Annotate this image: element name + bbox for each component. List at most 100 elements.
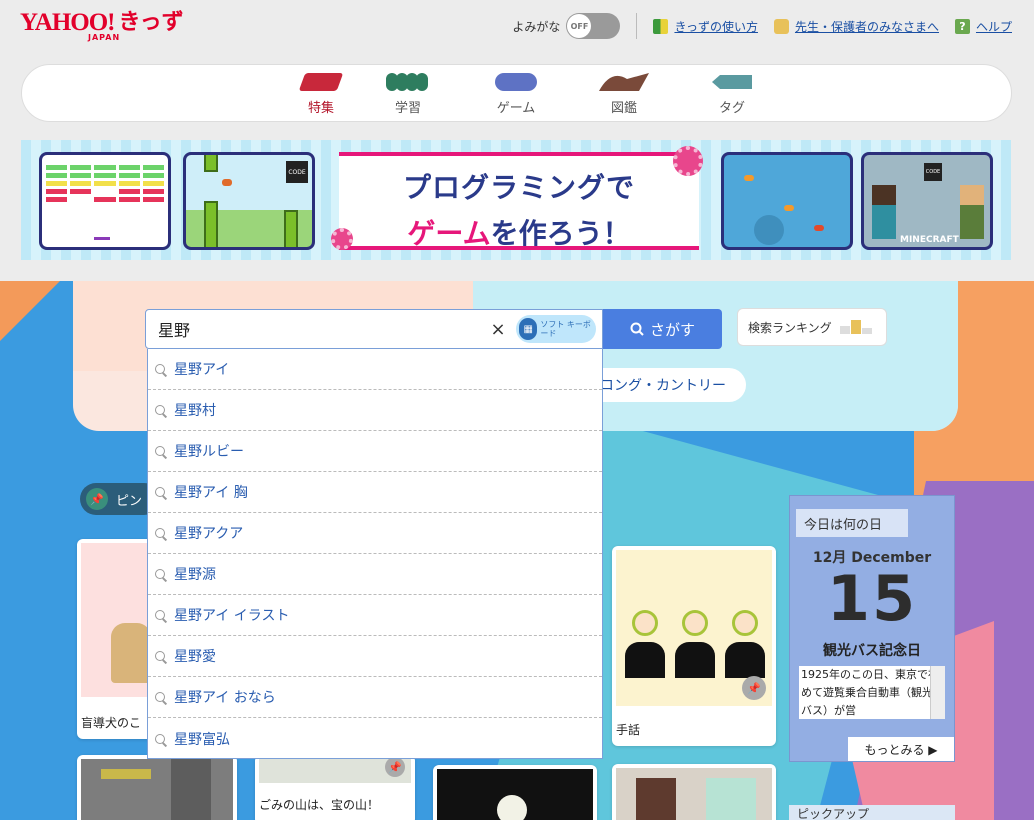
yahoo-kids-logo[interactable]: YAHOO! JAPAN きっず <box>20 10 184 43</box>
fish-game-thumbnail <box>721 152 853 250</box>
person-icon <box>773 18 789 34</box>
garbage-card[interactable]: 📌 ごみの山は、宝の山！ <box>255 755 415 820</box>
nav-label: 学習 <box>394 101 421 116</box>
search-icon <box>155 569 169 583</box>
nav-item-study[interactable]: 学習 <box>373 73 443 116</box>
pin-icon: 📌 <box>86 488 108 510</box>
banner-title-line1: プログラミングで <box>402 171 635 204</box>
suggestion-item[interactable]: 星野アイ おなら <box>148 677 602 718</box>
minecraft-game-thumbnail: CODE MINECRAFT <box>861 152 993 250</box>
banner-title: プログラミングで ゲームを作ろう！ <box>339 152 699 250</box>
yomigana-toggle[interactable]: OFF <box>566 13 621 39</box>
suggestion-item[interactable]: 星野ルビー <box>148 431 602 472</box>
pinned-label: ピン <box>116 493 143 509</box>
parents-link-group: 先生・保護者のみなさまへ <box>773 18 939 35</box>
suggestion-item[interactable]: 星野富弘 <box>148 718 602 759</box>
yomigana-label: よみがな <box>512 19 561 34</box>
nav-label: タグ <box>718 101 745 116</box>
guide-dog-card[interactable]: 盲導犬のこ <box>77 539 157 739</box>
game-controller-icon <box>495 73 537 91</box>
nav-item-feature[interactable]: 特集 <box>286 73 356 116</box>
nav-label: 図鑑 <box>610 101 637 116</box>
nav-item-encyclopedia[interactable]: 図鑑 <box>589 73 659 116</box>
pickup-section-header: ピックアップ <box>789 805 955 820</box>
today-in-history-panel: 今日は何の日 12月 December 15 観光バス記念日 1925年のこの日… <box>789 495 955 762</box>
craft-card[interactable] <box>612 764 776 820</box>
card-caption: 盲導犬のこ <box>81 716 142 730</box>
minecraft-label: MINECRAFT <box>900 235 959 245</box>
toggle-knob: OFF <box>567 14 592 38</box>
today-day: 15 <box>826 562 918 635</box>
search-box: × ▦ ソフト キーボード <box>145 309 603 349</box>
main-nav: 特集 学習 ゲーム 図鑑 タグ <box>21 64 1012 122</box>
today-description: 1925年のこの日、東京で初めて遊覧乗合自動車（観光バス）が営 <box>799 666 939 719</box>
city-card[interactable] <box>77 755 237 820</box>
study-icon <box>386 73 428 91</box>
search-icon <box>155 405 169 419</box>
clear-search-button[interactable]: × <box>486 319 510 340</box>
search-icon <box>155 733 169 748</box>
nav-label: 特集 <box>307 101 334 116</box>
soft-keyboard-label: ソフト キーボード <box>540 320 591 338</box>
leaf-icon <box>653 18 669 34</box>
nav-item-tag[interactable]: タグ <box>697 73 767 116</box>
search-icon <box>155 364 169 378</box>
feature-icon <box>298 73 344 91</box>
search-icon <box>155 610 169 624</box>
pin-button[interactable]: 📌 <box>742 676 766 700</box>
search-icon <box>155 487 169 501</box>
logo-kids-text: きっず <box>118 10 184 35</box>
search-icon <box>155 528 169 542</box>
help-link-group: ? ヘルプ <box>954 18 1012 35</box>
search-icon <box>155 446 169 460</box>
today-event: 観光バス記念日 <box>823 643 921 659</box>
craft-image <box>616 768 772 820</box>
how-to-use-link-group: きっずの使い方 <box>653 18 758 35</box>
programming-banner[interactable]: CODE プログラミングで ゲームを作ろう！ CODE MINECRAFT <box>21 140 1011 260</box>
today-tag: 今日は何の日 <box>796 509 908 537</box>
search-ranking-label: 検索ランキング <box>748 320 832 335</box>
suggestion-item[interactable]: 星野アクア <box>148 513 602 554</box>
breakout-game-thumbnail <box>39 152 171 250</box>
card-caption: ごみの山は、宝の山！ <box>259 798 380 812</box>
suggestion-item[interactable]: 星野アイ イラスト <box>148 595 602 636</box>
gear-icon <box>331 228 353 250</box>
search-button-label: さがす <box>649 320 695 339</box>
search-button[interactable]: さがす <box>603 309 722 349</box>
sign-language-card[interactable]: 📌 手話 <box>612 546 776 746</box>
flower-image <box>437 769 593 820</box>
search-icon <box>155 651 169 665</box>
description-scrollbar[interactable] <box>930 666 945 719</box>
search-suggestions: 星野アイ 星野村 星野ルビー 星野アイ 胸 星野アクア 星野源 星野アイ イラス… <box>147 349 603 759</box>
soft-keyboard-button[interactable]: ▦ ソフト キーボード <box>516 315 596 343</box>
tag-icon <box>712 75 752 89</box>
encyclopedia-icon <box>599 73 649 91</box>
suggestion-item[interactable]: 星野源 <box>148 554 602 595</box>
divider <box>636 13 638 39</box>
keyboard-icon: ▦ <box>519 318 538 340</box>
suggestion-item[interactable]: 星野村 <box>148 390 602 431</box>
nav-item-game[interactable]: ゲーム <box>481 73 551 116</box>
nav-label: ゲーム <box>496 101 536 116</box>
search-icon <box>630 322 644 336</box>
flappy-game-thumbnail: CODE <box>183 152 315 250</box>
suggestion-item[interactable]: 星野アイ 胸 <box>148 472 602 513</box>
search-ranking-button[interactable]: 検索ランキング <box>737 308 887 346</box>
pin-button[interactable]: 📌 <box>385 757 405 777</box>
search-icon <box>155 692 169 706</box>
how-to-use-link[interactable]: きっずの使い方 <box>674 18 758 35</box>
suggestion-item[interactable]: 星野愛 <box>148 636 602 677</box>
search-input[interactable] <box>146 310 486 348</box>
suggestion-item[interactable]: 星野アイ <box>148 349 602 390</box>
parents-link[interactable]: 先生・保護者のみなさまへ <box>795 18 939 35</box>
help-icon: ? <box>954 18 970 34</box>
guide-dog-image <box>81 543 157 697</box>
header-utility-bar: よみがな OFF きっずの使い方 先生・保護者のみなさまへ ? ヘルプ <box>512 12 1012 40</box>
help-link[interactable]: ヘルプ <box>976 18 1012 35</box>
gear-icon <box>673 146 703 176</box>
flower-card[interactable] <box>433 765 597 820</box>
more-button[interactable]: もっとみる ▶ <box>848 737 954 761</box>
podium-icon <box>839 320 872 334</box>
card-caption: 手話 <box>616 723 641 737</box>
logo-japan-text: JAPAN <box>88 33 121 42</box>
